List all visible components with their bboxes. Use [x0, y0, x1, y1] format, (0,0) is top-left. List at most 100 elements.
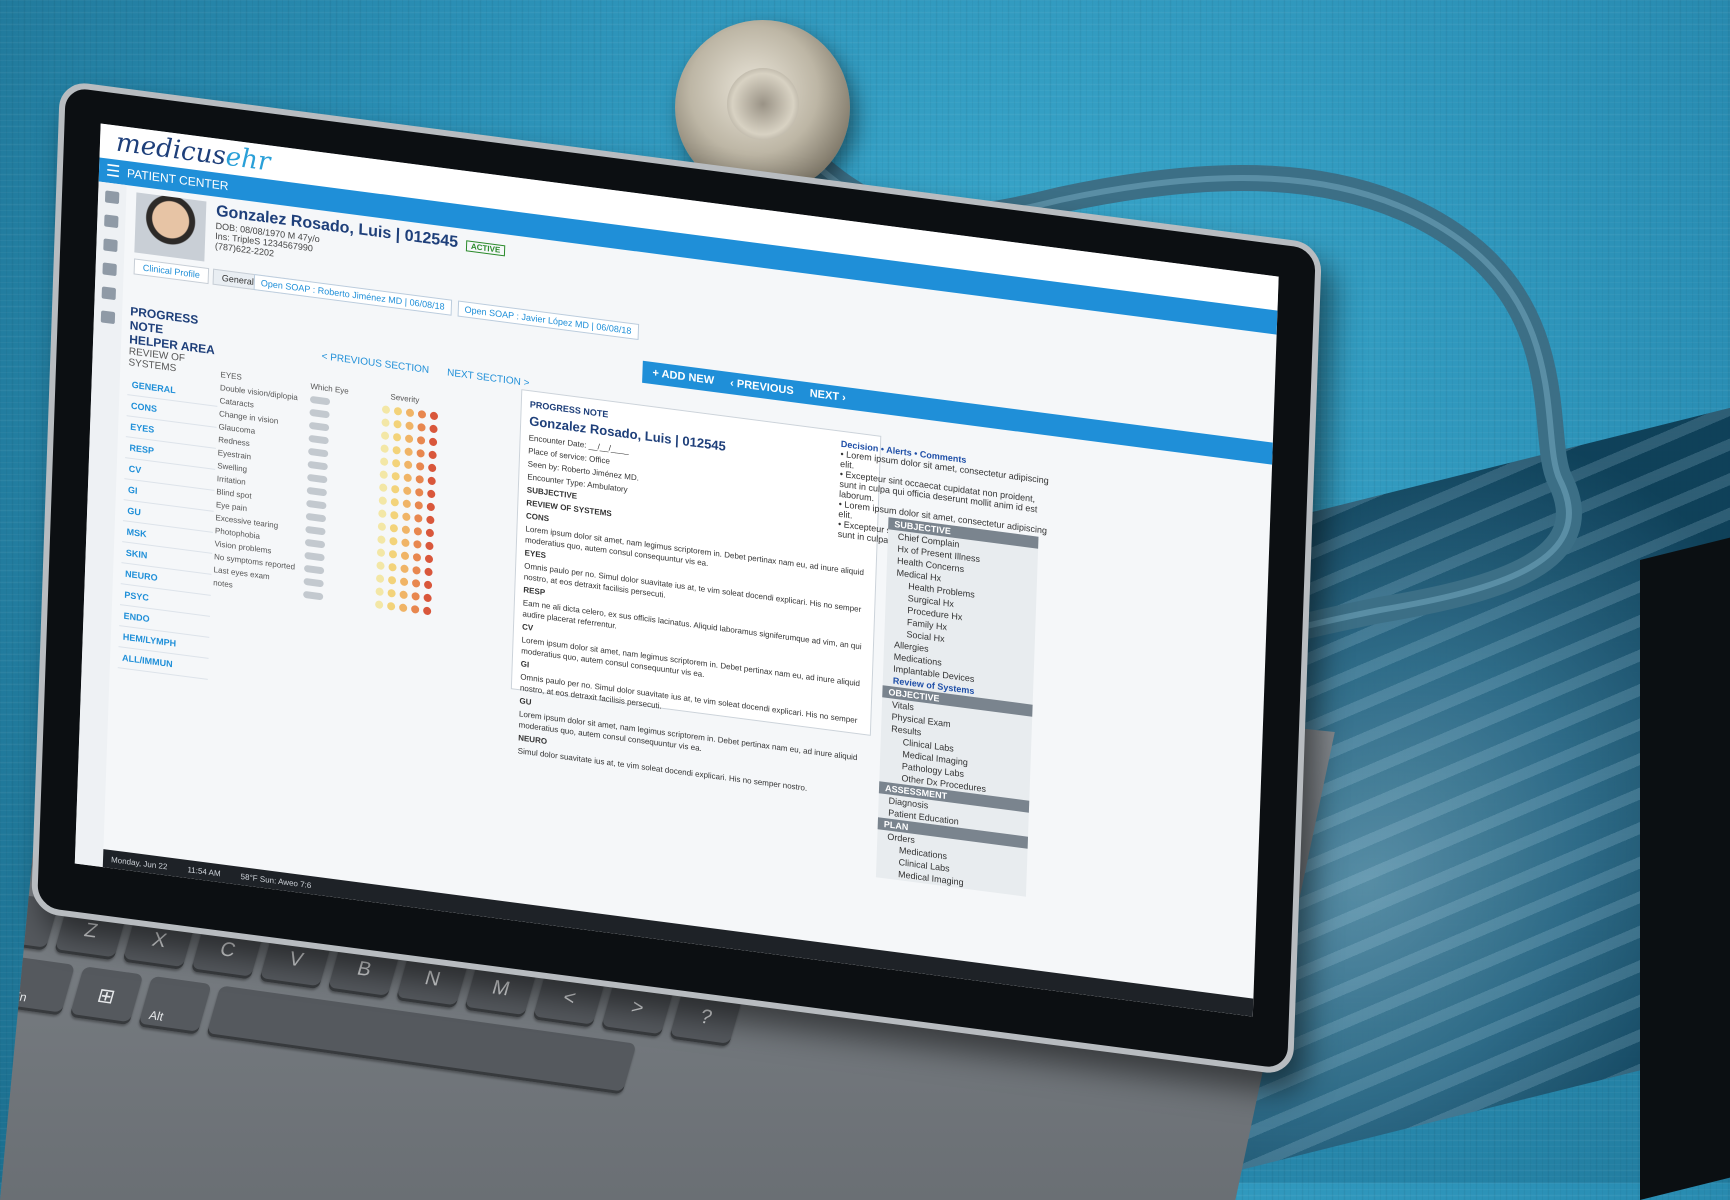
severity-dot[interactable]: [380, 430, 390, 440]
next-button[interactable]: NEXT ›: [809, 387, 845, 404]
severity-dot[interactable]: [403, 485, 412, 495]
severity-dot[interactable]: [399, 602, 408, 612]
severity-dot[interactable]: [415, 474, 424, 484]
symptom-toggle[interactable]: [303, 590, 324, 601]
home-icon[interactable]: [104, 190, 120, 205]
severity-dot[interactable]: [426, 514, 435, 524]
severity-dot[interactable]: [412, 565, 421, 575]
keyboard-key[interactable]: ⊞: [69, 966, 144, 1026]
symptom-toggle[interactable]: [305, 512, 327, 523]
severity-dot[interactable]: [404, 433, 414, 443]
symptom-toggle[interactable]: [307, 460, 328, 471]
symptom-toggle[interactable]: [308, 447, 329, 458]
severity-dot[interactable]: [424, 566, 433, 576]
severity-dot[interactable]: [412, 552, 422, 562]
symptom-toggle[interactable]: [308, 421, 330, 432]
symptom-toggle[interactable]: [304, 538, 326, 549]
severity-dot[interactable]: [387, 601, 396, 611]
severity-dot[interactable]: [381, 417, 390, 427]
severity-dot[interactable]: [416, 448, 425, 458]
severity-dot[interactable]: [388, 562, 397, 572]
severity-dot[interactable]: [392, 458, 401, 468]
severity-dot[interactable]: [405, 407, 415, 417]
severity-dot[interactable]: [427, 488, 436, 498]
severity-dot[interactable]: [425, 540, 434, 550]
severity-dot[interactable]: [393, 419, 402, 429]
severity-dot[interactable]: [429, 423, 438, 433]
severity-dot[interactable]: [378, 495, 387, 505]
symptom-toggle[interactable]: [307, 473, 328, 484]
severity-dot[interactable]: [414, 500, 423, 510]
keyboard-key[interactable]: ~: [0, 700, 33, 760]
previous-button[interactable]: ‹ PREVIOUS: [730, 377, 794, 397]
severity-dot[interactable]: [401, 524, 411, 534]
add-new-button[interactable]: + ADD NEW: [652, 367, 714, 387]
menu-icon[interactable]: ☰: [99, 159, 128, 183]
severity-dot[interactable]: [402, 498, 411, 508]
severity-dot[interactable]: [428, 449, 437, 459]
severity-dot[interactable]: [390, 510, 399, 520]
severity-dot[interactable]: [416, 461, 425, 471]
severity-dot[interactable]: [376, 560, 385, 570]
next-section-link[interactable]: NEXT SECTION >: [447, 367, 530, 389]
keyboard-key[interactable]: Ctrl: [0, 940, 7, 1006]
severity-dot[interactable]: [423, 579, 433, 589]
severity-dot[interactable]: [411, 578, 421, 588]
severity-dot[interactable]: [416, 435, 426, 445]
severity-dot[interactable]: [393, 406, 403, 416]
severity-dot[interactable]: [389, 536, 398, 546]
severity-dot[interactable]: [375, 573, 385, 583]
severity-dot[interactable]: [400, 563, 409, 573]
severity-dot[interactable]: [405, 420, 414, 430]
reports-icon[interactable]: [101, 286, 116, 301]
symptom-toggle[interactable]: [308, 434, 329, 445]
severity-dot[interactable]: [377, 534, 386, 544]
severity-dot[interactable]: [391, 484, 400, 494]
severity-dot[interactable]: [387, 588, 396, 598]
severity-dot[interactable]: [379, 482, 388, 492]
patients-icon[interactable]: [100, 310, 116, 325]
severity-dot[interactable]: [404, 446, 413, 456]
previous-section-link[interactable]: < PREVIOUS SECTION: [321, 351, 429, 376]
severity-dot[interactable]: [380, 456, 389, 466]
severity-dot[interactable]: [400, 550, 410, 560]
symptom-toggle[interactable]: [303, 577, 324, 588]
severity-dot[interactable]: [423, 592, 432, 602]
severity-dot[interactable]: [403, 472, 412, 482]
severity-dot[interactable]: [392, 445, 401, 455]
severity-dot[interactable]: [411, 591, 420, 601]
symptom-toggle[interactable]: [309, 395, 331, 406]
severity-dot[interactable]: [417, 409, 427, 419]
severity-dot[interactable]: [380, 443, 389, 453]
keyboard-key[interactable]: Alt: [137, 975, 212, 1035]
severity-dot[interactable]: [388, 549, 398, 559]
severity-dot[interactable]: [402, 511, 411, 521]
severity-dot[interactable]: [379, 469, 388, 479]
severity-dot[interactable]: [424, 553, 434, 563]
severity-dot[interactable]: [376, 547, 386, 557]
severity-dot[interactable]: [377, 521, 387, 531]
severity-dot[interactable]: [414, 513, 423, 523]
calendar-icon[interactable]: [103, 238, 118, 253]
severity-dot[interactable]: [426, 501, 435, 511]
severity-dot[interactable]: [411, 604, 420, 614]
keyboard-key[interactable]: Fn: [1, 956, 76, 1016]
severity-dot[interactable]: [381, 404, 391, 414]
symptom-toggle[interactable]: [306, 486, 327, 497]
severity-dot[interactable]: [417, 422, 426, 432]
severity-dot[interactable]: [391, 471, 400, 481]
severity-dot[interactable]: [399, 576, 409, 586]
symptom-toggle[interactable]: [303, 564, 325, 575]
severity-dot[interactable]: [415, 487, 424, 497]
severity-dot[interactable]: [404, 459, 413, 469]
severity-dot[interactable]: [375, 599, 384, 609]
severity-dot[interactable]: [428, 436, 438, 446]
severity-dot[interactable]: [375, 586, 384, 596]
severity-dot[interactable]: [413, 539, 422, 549]
symptom-toggle[interactable]: [309, 408, 330, 419]
user-icon[interactable]: [104, 214, 119, 229]
severity-dot[interactable]: [425, 527, 435, 537]
severity-dot[interactable]: [390, 497, 399, 507]
billing-icon[interactable]: [102, 262, 117, 277]
severity-dot[interactable]: [389, 523, 399, 533]
